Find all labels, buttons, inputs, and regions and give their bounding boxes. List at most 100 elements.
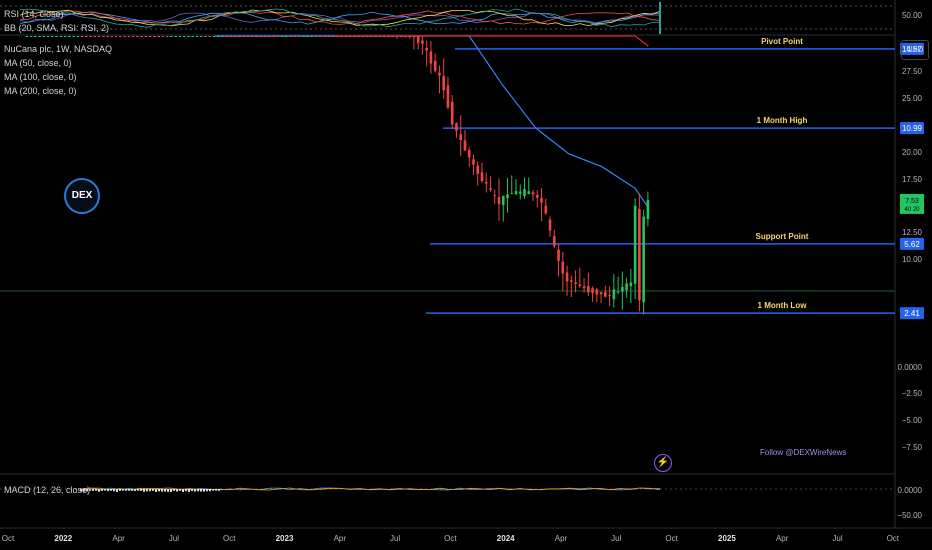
candle-body	[136, 36, 139, 37]
macd-indicator-label[interactable]: MACD (12, 26, close)	[4, 484, 90, 497]
candle-body	[642, 216, 645, 303]
candle-body	[621, 286, 624, 292]
candle-body	[174, 36, 178, 37]
time-tick-label: Oct	[887, 534, 900, 543]
candle-body	[544, 205, 548, 214]
macd-histogram-bar	[134, 489, 136, 491]
rsi-indicator-label[interactable]: RSI (14, close)	[4, 8, 64, 21]
candle-body	[327, 36, 331, 37]
candle-body	[238, 36, 241, 37]
candle-body	[501, 195, 505, 206]
macd-histogram-bar	[122, 489, 124, 491]
ma200-label[interactable]: MA (200, close, 0)	[4, 85, 77, 98]
chart-background	[0, 0, 932, 550]
current-price-tag-text: 7.53	[905, 198, 919, 205]
candle-body	[178, 36, 182, 37]
candle-body	[493, 195, 497, 197]
macd-histogram-bar	[215, 489, 217, 491]
macd-histogram-bar	[119, 489, 121, 491]
candle-body	[306, 36, 309, 37]
level-name-label: 1 Month Low	[758, 301, 808, 310]
macd-histogram-bar	[209, 489, 211, 492]
candle-body	[438, 72, 441, 76]
level-name-label: 1 Month High	[757, 116, 808, 125]
macd-histogram-bar	[194, 489, 196, 492]
candle-body	[429, 51, 433, 64]
current-price-tag-subtext: 40 20	[904, 207, 920, 213]
lightning-icon[interactable]: ⚡	[654, 454, 672, 472]
candle-body	[348, 36, 352, 37]
candle-body	[476, 165, 480, 175]
candle-body	[97, 36, 101, 37]
time-tick-label: Jul	[169, 534, 179, 543]
candle-body	[531, 192, 535, 195]
symbol-title[interactable]: NuCana plc, 1W, NASDAQ	[4, 43, 112, 56]
candle-body	[221, 36, 224, 37]
time-tick-label: Apr	[776, 534, 789, 543]
candle-body	[216, 36, 220, 37]
ma50-label[interactable]: MA (50, close, 0)	[4, 57, 72, 70]
candle-body	[187, 36, 190, 37]
candle-body	[55, 36, 58, 37]
candle-body	[225, 36, 229, 37]
candle-body	[340, 36, 343, 37]
bb-indicator-label[interactable]: BB (20, SMA, RSI: RSI, 2)	[4, 22, 109, 35]
candle-body	[497, 197, 501, 204]
macd-histogram-bar	[113, 489, 115, 492]
macd-histogram-bar	[167, 489, 169, 492]
price-chart[interactable]: Pivot Point 1 Month High Support Point 1 Mo…	[0, 0, 932, 550]
candle-body	[25, 36, 29, 37]
candle-body	[123, 36, 126, 37]
time-tick-label: Oct	[223, 534, 236, 543]
candle-body	[565, 272, 569, 282]
candle-body	[552, 236, 556, 246]
candle-body	[399, 36, 403, 37]
candle-body	[510, 193, 514, 195]
candle-body	[459, 134, 463, 141]
candle-body	[148, 36, 152, 37]
candle-body	[608, 295, 611, 297]
candle-body	[480, 172, 484, 182]
candle-body	[165, 36, 169, 37]
candle-body	[191, 36, 195, 37]
price-tick-label: −7.50	[902, 443, 923, 452]
candle-body	[548, 219, 552, 231]
time-tick-label: 2023	[276, 534, 294, 543]
candle-body	[250, 36, 254, 37]
candle-body	[578, 284, 582, 286]
candle-body	[114, 36, 118, 37]
candle-body	[378, 36, 382, 37]
candle-body	[302, 36, 305, 37]
price-tick-label: 10.00	[902, 255, 923, 264]
macd-histogram-bar	[110, 489, 112, 491]
ma100-label[interactable]: MA (100, close, 0)	[4, 71, 77, 84]
candle-body	[170, 36, 173, 37]
candle-body	[246, 36, 250, 37]
candle-body	[365, 36, 369, 37]
macd-histogram-bar	[152, 489, 154, 491]
macd-histogram-bar	[200, 489, 202, 492]
time-tick-label: Apr	[334, 534, 347, 543]
macd-histogram-bar	[161, 489, 163, 492]
candle-body	[612, 289, 616, 300]
level-price-tag-text: 2.41	[904, 309, 920, 318]
macd-histogram-bar	[155, 489, 157, 492]
macd-histogram-bar	[158, 489, 160, 492]
candle-body	[387, 36, 390, 37]
macd-histogram-bar	[131, 489, 133, 491]
macd-histogram-bar	[143, 489, 145, 492]
candle-body	[591, 288, 594, 294]
macd-histogram-bar	[95, 489, 97, 491]
candle-body	[131, 36, 135, 37]
currency-button[interactable]: USD	[901, 40, 929, 60]
candle-body	[76, 36, 80, 37]
macd-histogram-bar	[128, 489, 130, 491]
candle-body	[276, 36, 280, 37]
candle-body	[374, 36, 377, 37]
candle-body	[72, 36, 75, 37]
time-tick-label: 2022	[54, 534, 72, 543]
indicator-tick-label: 50.00	[902, 11, 923, 20]
level-price-tag-text: 10.99	[902, 124, 923, 133]
candle-body	[242, 36, 246, 37]
watermark-text: Follow @DEXWireNews	[760, 448, 847, 457]
